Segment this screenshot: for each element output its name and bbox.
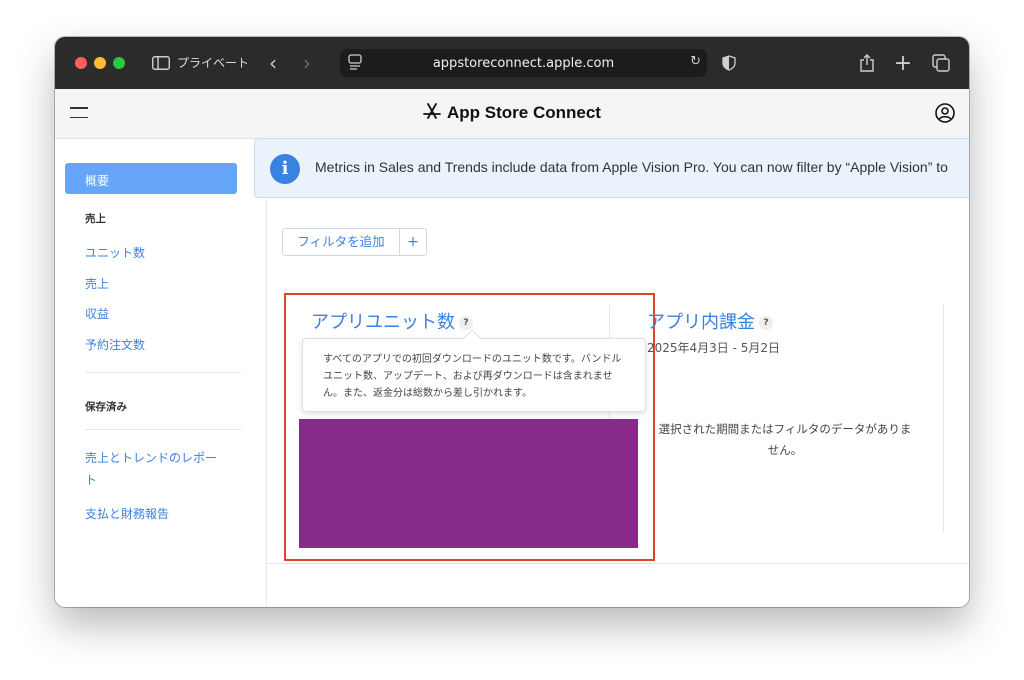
- in-app-purchases-title-text[interactable]: アプリ内課金: [647, 312, 755, 333]
- url-text[interactable]: appstoreconnect.apple.com: [433, 56, 614, 71]
- add-filter-button[interactable]: フィルタを追加: [282, 228, 400, 256]
- help-icon[interactable]: ?: [759, 316, 773, 330]
- info-icon: i: [270, 154, 300, 184]
- sidebar-divider: [85, 429, 241, 430]
- back-icon[interactable]: ‹: [261, 51, 285, 75]
- sidebar-item-sales-trends-reports[interactable]: 売上とトレンドのレポー ト: [85, 447, 225, 491]
- in-app-purchases-card-title[interactable]: アプリ内課金?: [647, 308, 773, 334]
- sidebar-heading-sales: 売上: [85, 213, 106, 225]
- site-title: App Store Connect: [447, 103, 601, 122]
- screen: プライベート ‹ › appstoreconnect.apple.com ↻ +: [0, 0, 1024, 680]
- sidebar-heading-saved: 保存済み: [85, 401, 127, 413]
- card-divider: [943, 305, 944, 533]
- add-filter-plus-button[interactable]: +: [399, 228, 427, 256]
- sidebar-item-proceeds[interactable]: 収益: [85, 305, 109, 322]
- minimize-window-button[interactable]: [94, 57, 106, 69]
- sidebar-item-overview[interactable]: 概要: [65, 163, 237, 194]
- site-header: App Store Connect: [55, 89, 969, 139]
- privacy-shield-icon[interactable]: [717, 51, 741, 75]
- sidebar-item-preorders[interactable]: 予約注文数: [85, 336, 145, 353]
- site-brand[interactable]: App Store Connect: [55, 103, 969, 125]
- share-icon[interactable]: [855, 51, 879, 75]
- private-browsing-label[interactable]: プライベート: [177, 54, 249, 71]
- browser-toolbar: プライベート ‹ › appstoreconnect.apple.com ↻ +: [55, 37, 969, 89]
- close-window-button[interactable]: [75, 57, 87, 69]
- highlight-box: [284, 293, 655, 561]
- forward-icon[interactable]: ›: [295, 51, 319, 75]
- sidebar: 概要 売上 ユニット数 売上 収益 予約注文数 保存済み 売上とトレンドのレポー…: [55, 139, 267, 607]
- sidebar-item-units[interactable]: ユニット数: [85, 244, 145, 261]
- tab-overview-icon[interactable]: [929, 51, 953, 75]
- sidebar-item-sales[interactable]: 売上: [85, 275, 109, 292]
- banner-text: Metrics in Sales and Trends include data…: [315, 159, 948, 175]
- sidebar-divider: [85, 372, 241, 373]
- zoom-window-button[interactable]: [113, 57, 125, 69]
- new-tab-icon[interactable]: +: [891, 51, 915, 76]
- account-icon[interactable]: [935, 103, 955, 123]
- card-bottom-border: [268, 563, 969, 564]
- browser-window: プライベート ‹ › appstoreconnect.apple.com ↻ +: [55, 37, 969, 607]
- page-menu-icon[interactable]: [348, 54, 364, 72]
- app-store-icon: [423, 103, 441, 125]
- date-range-label: 2025年4月3日 - 5月2日: [647, 341, 781, 355]
- address-bar[interactable]: appstoreconnect.apple.com ↻: [340, 49, 707, 77]
- reload-icon[interactable]: ↻: [690, 54, 701, 69]
- sidebar-toggle-icon[interactable]: [149, 51, 173, 75]
- empty-state-message: 選択された期間またはフィルタのデータがありません。: [658, 422, 912, 457]
- info-banner: i Metrics in Sales and Trends include da…: [254, 138, 969, 198]
- sidebar-item-payments-financial-reports[interactable]: 支払と財務報告: [85, 505, 169, 522]
